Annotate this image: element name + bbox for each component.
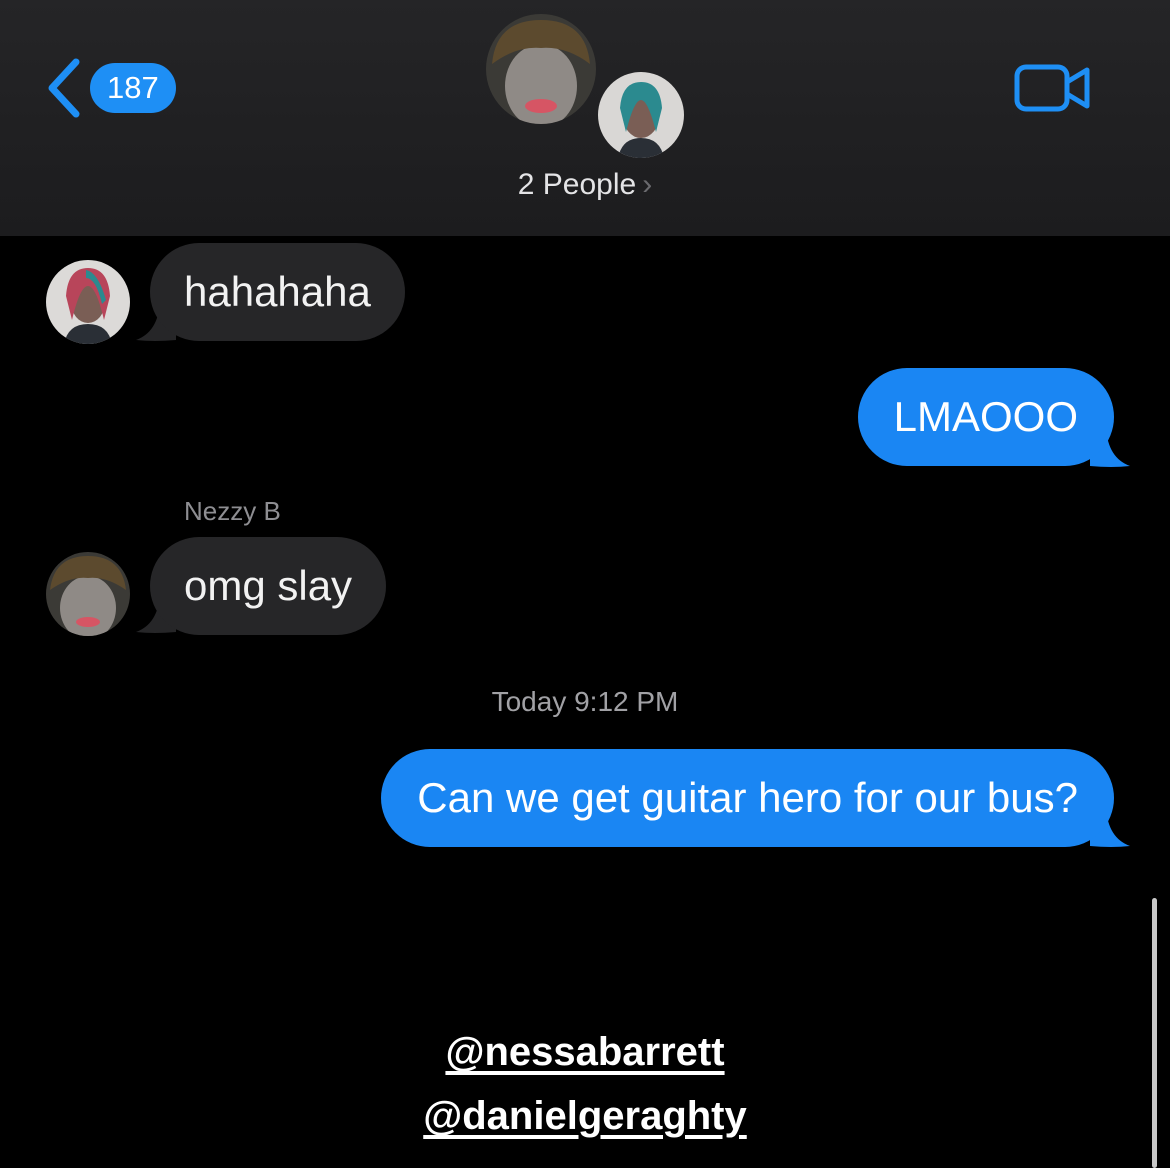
avatar-photo [598, 72, 684, 158]
group-avatar-contact[interactable] [598, 72, 684, 158]
people-count-label: 2 People [517, 168, 637, 201]
unread-count-badge: 187 [90, 63, 176, 113]
group-details-link[interactable]: 2 People › [0, 168, 1170, 202]
sender-name: Nezzy B [184, 496, 281, 526]
message-bubble-outgoing[interactable]: Can we get guitar hero for our bus? [381, 749, 1114, 847]
message-bubble-outgoing[interactable]: LMAOOO [857, 368, 1114, 466]
mention-tag[interactable]: @nessabarrett [0, 1030, 1170, 1075]
mention-tag[interactable]: @danielgeraghty [0, 1094, 1170, 1139]
avatar-photo [486, 14, 596, 124]
sender-avatar[interactable] [46, 552, 130, 636]
back-button[interactable]: 187 [44, 56, 176, 120]
video-camera-icon [1014, 64, 1090, 112]
message-bubble-incoming[interactable]: hahahaha [150, 243, 405, 341]
avatar-photo [46, 260, 130, 344]
conversation-header: 187 2 People › [0, 0, 1170, 236]
chevron-left-icon [48, 58, 80, 118]
message-bubble-incoming[interactable]: omg slay [150, 537, 387, 635]
avatar-photo [46, 552, 130, 636]
facetime-button[interactable] [1014, 62, 1092, 114]
message-timestamp: Today 9:12 PM [491, 686, 679, 717]
scrollbar[interactable] [1152, 898, 1157, 1168]
group-avatar-nezzy[interactable] [486, 14, 596, 124]
chevron-right-icon: › [642, 168, 653, 201]
sender-avatar[interactable] [46, 260, 130, 344]
